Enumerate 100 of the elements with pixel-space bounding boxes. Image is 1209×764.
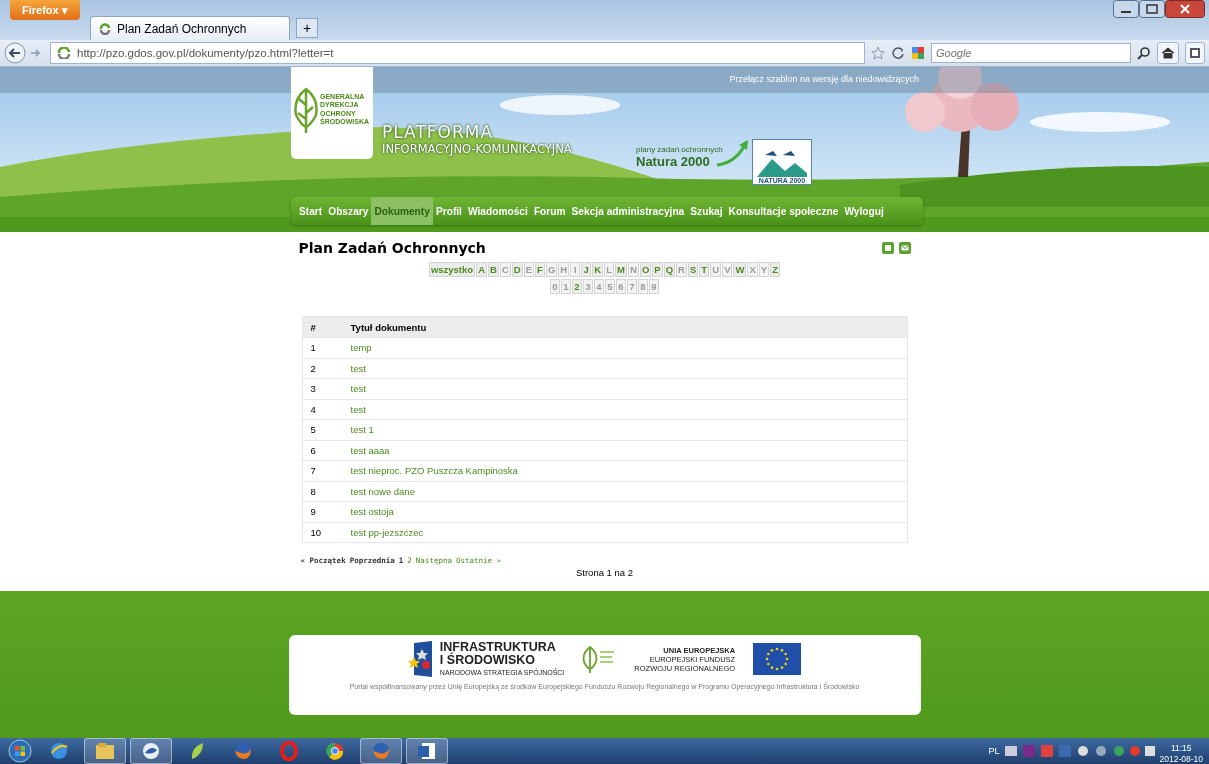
document-link[interactable]: test ostoja (350, 506, 394, 518)
digit-filter-button[interactable]: 3 (583, 279, 593, 294)
site-icon (99, 22, 111, 35)
digit-filter-button[interactable]: 9 (649, 279, 659, 294)
row-number: 2 (310, 362, 316, 374)
letter-filter-button[interactable]: Y (758, 262, 770, 277)
letter-filter-button[interactable]: B (488, 262, 499, 277)
letter-filter-button[interactable]: W (733, 262, 747, 277)
wheel-icon[interactable] (325, 741, 345, 761)
digit-filter-button[interactable]: 0 (550, 279, 560, 294)
menu-item[interactable]: Sekcja administracyjna (568, 197, 688, 225)
letter-filter-button[interactable]: G (545, 262, 558, 277)
letter-filter-button[interactable]: D (511, 262, 523, 277)
letter-filter-button[interactable]: P (652, 262, 663, 277)
letter-filter-button[interactable]: X (747, 262, 758, 277)
row-number: 6 (310, 444, 316, 456)
globe-icon[interactable] (233, 741, 253, 761)
leaf-icon[interactable] (189, 741, 205, 761)
search-icon[interactable] (1137, 46, 1151, 60)
close-icon[interactable] (1165, 0, 1205, 18)
document-link[interactable]: test pp-jezszczec (350, 526, 424, 538)
letter-filter-button[interactable]: J (581, 262, 592, 277)
menu-item[interactable]: Obszary (325, 197, 372, 225)
letter-filter-button[interactable]: Q (663, 262, 676, 277)
star-icon[interactable] (871, 46, 885, 60)
maximize-icon[interactable] (1139, 0, 1165, 18)
letter-filter-button[interactable]: wszystko (428, 262, 476, 277)
globe-icon[interactable] (49, 741, 69, 761)
row-number: 4 (310, 403, 316, 415)
letter-filter-button[interactable]: E (523, 262, 534, 277)
letter-filter-button[interactable]: H (558, 262, 570, 277)
new-tab-button[interactable]: + (296, 18, 318, 38)
bookmarks-button[interactable] (1185, 42, 1205, 64)
letter-filter-button[interactable]: I (570, 262, 581, 277)
letter-filter-button[interactable]: C (499, 262, 511, 277)
firefox-menu-button[interactable]: Firefox ▾ (10, 0, 80, 20)
row-number: 8 (310, 485, 316, 497)
document-link[interactable]: test (350, 403, 366, 415)
home-button[interactable] (1157, 42, 1179, 64)
letter-filter-button[interactable]: V (722, 262, 733, 277)
clock-time[interactable]: 11:15 (1170, 743, 1192, 754)
digit-filter-button[interactable]: 5 (605, 279, 615, 294)
document-link[interactable]: test aaaa (350, 444, 390, 456)
browser-tab[interactable]: Plan Zadań Ochronnych (90, 16, 290, 40)
print-icon[interactable] (881, 242, 894, 254)
tray-icons[interactable] (1004, 744, 1155, 758)
menu-item[interactable]: Start (296, 197, 326, 225)
language-indicator[interactable]: PL (988, 746, 1000, 756)
star-flag-icon (407, 641, 434, 677)
row-number: 10 (310, 526, 322, 538)
menu-item[interactable]: Profil (432, 197, 465, 225)
document-link[interactable]: test (350, 362, 366, 374)
letter-filter-button[interactable]: S (687, 262, 699, 277)
document-icon[interactable] (417, 741, 437, 761)
reload-icon[interactable] (891, 46, 905, 60)
search-engine-icon[interactable] (911, 46, 927, 60)
home-icon (1161, 47, 1175, 59)
letter-filter-button[interactable]: A (476, 262, 487, 277)
document-link[interactable]: test nowe dane (350, 485, 415, 497)
document-link[interactable]: temp (350, 342, 372, 354)
document-link[interactable]: test 1 (350, 424, 374, 436)
start-button[interactable] (6, 739, 34, 763)
bird-icon[interactable] (141, 741, 161, 761)
digit-filter-button[interactable]: 2 (572, 279, 582, 294)
letter-filter-button[interactable]: K (592, 262, 604, 277)
digit-filter-button[interactable]: 7 (627, 279, 637, 294)
digit-filter-button[interactable]: 6 (616, 279, 626, 294)
leaf-logo-icon (582, 644, 617, 674)
document-link[interactable]: test (350, 383, 366, 395)
digit-filter-button[interactable]: 1 (561, 279, 571, 294)
letter-filter-button[interactable]: O (639, 262, 652, 277)
url-field[interactable]: http://pzo.gdos.gov.pl/dokumenty/pzo.html?letter=t (50, 42, 865, 64)
page-title: Plan Zadań Ochronnych (298, 240, 486, 256)
digit-filter-button[interactable]: 4 (594, 279, 604, 294)
accessibility-link[interactable]: Przełącz szablon na wersję dla niedowidzących (729, 74, 919, 84)
letter-filter-button[interactable]: U (710, 262, 722, 277)
letter-filter-button[interactable]: N (628, 262, 639, 277)
minimize-icon[interactable] (1113, 0, 1139, 18)
column-header: Tytuł dokumentu (350, 321, 427, 333)
site-identity-icon[interactable] (57, 47, 71, 59)
menu-item[interactable]: Wyloguj (841, 197, 887, 225)
natura-caption: plany zadań ochronnych (636, 145, 723, 154)
clock-date[interactable]: 2012-08-10 (1159, 753, 1203, 764)
letter-filter-button[interactable]: L (604, 262, 615, 277)
letter-filter-button[interactable]: F (534, 262, 545, 277)
menu-item[interactable]: Dokumenty (371, 197, 433, 225)
letter-filter-button[interactable]: M (615, 262, 628, 277)
letter-filter-button[interactable]: R (676, 262, 687, 277)
menu-item[interactable]: Szukaj (687, 197, 726, 225)
menu-item[interactable]: Konsultacje społeczne (725, 197, 842, 225)
document-link[interactable]: test nieproc. PZO Puszcza Kampinoska (350, 465, 518, 477)
letter-filter-button[interactable]: T (699, 262, 710, 277)
row-number: 9 (310, 506, 316, 518)
mail-icon[interactable] (898, 242, 911, 254)
digit-filter-button[interactable]: 8 (638, 279, 648, 294)
menu-item[interactable]: Wiadomości (464, 197, 531, 225)
letter-filter-button[interactable]: Z (770, 262, 781, 277)
folder-icon[interactable] (95, 742, 115, 760)
search-field[interactable]: Google (931, 43, 1131, 63)
menu-item[interactable]: Forum (530, 197, 569, 225)
